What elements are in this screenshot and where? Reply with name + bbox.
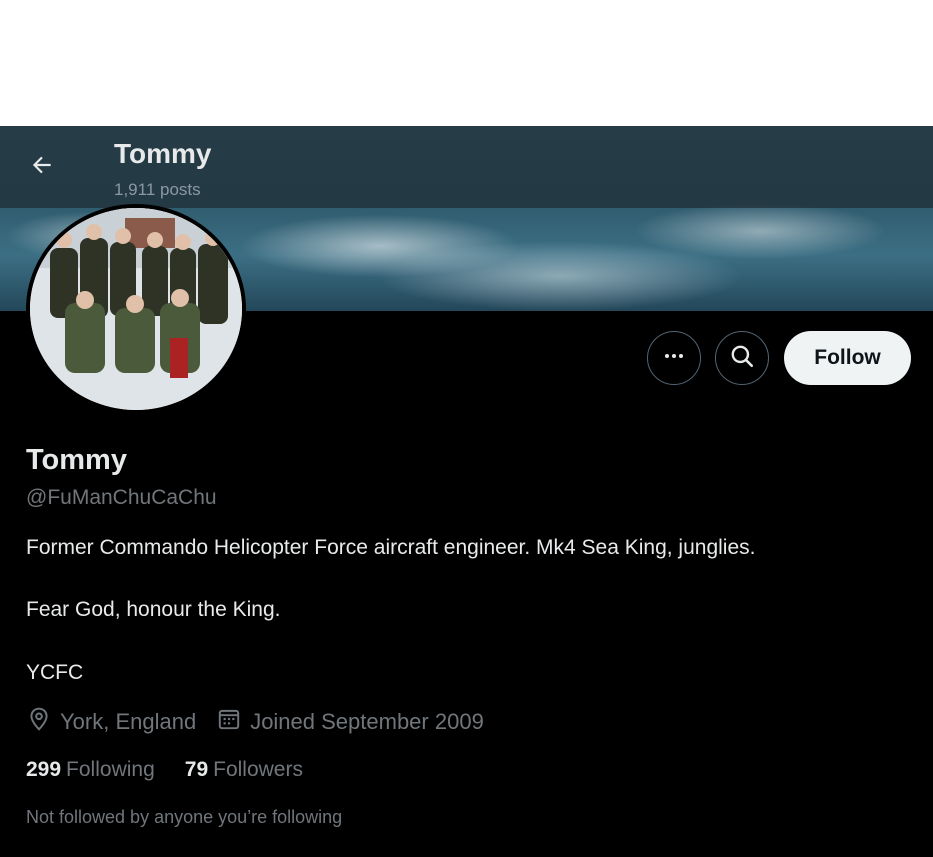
more-icon [662,344,686,373]
followers-label: Followers [213,758,303,781]
arrow-left-icon [29,152,55,183]
more-button[interactable] [647,331,701,385]
following-link[interactable]: 299 Following [26,758,155,782]
header-name: Tommy [114,138,212,169]
location-text: York, England [60,709,197,734]
profile-page: Tommy 1,911 posts Follow Tommy @FuManChu… [0,126,933,857]
follow-stats: 299 Following 79 Followers [26,758,333,782]
followers-link[interactable]: 79 Followers [185,758,303,782]
profile-handle: @FuManChuCaChu [26,486,217,509]
bio-line: YCFC [26,661,84,684]
search-button[interactable] [715,331,769,385]
avatar[interactable] [26,204,246,414]
mutual-followers-text: Not followed by anyone you’re following [26,807,343,827]
joined-item: Joined September 2009 [216,706,484,738]
search-icon [729,343,755,374]
back-button[interactable] [22,147,62,187]
following-count: 299 [26,758,62,781]
bio-line: Fear God, honour the King. [26,598,281,621]
followers-count: 79 [184,758,209,781]
location-item: York, England [26,706,196,738]
profile-name: Tommy [26,444,127,476]
post-count: 1,911 posts [114,180,201,199]
location-pin-icon [26,706,60,738]
follow-button[interactable]: Follow [784,331,911,385]
joined-text: Joined September 2009 [250,709,484,734]
following-label: Following [66,758,155,781]
calendar-icon [216,706,250,738]
bio-line: Former Commando Helicopter Force aircraf… [26,536,756,559]
top-bar: Tommy 1,911 posts [0,126,933,208]
profile-meta: York, England Joined September 2009 [26,706,504,738]
